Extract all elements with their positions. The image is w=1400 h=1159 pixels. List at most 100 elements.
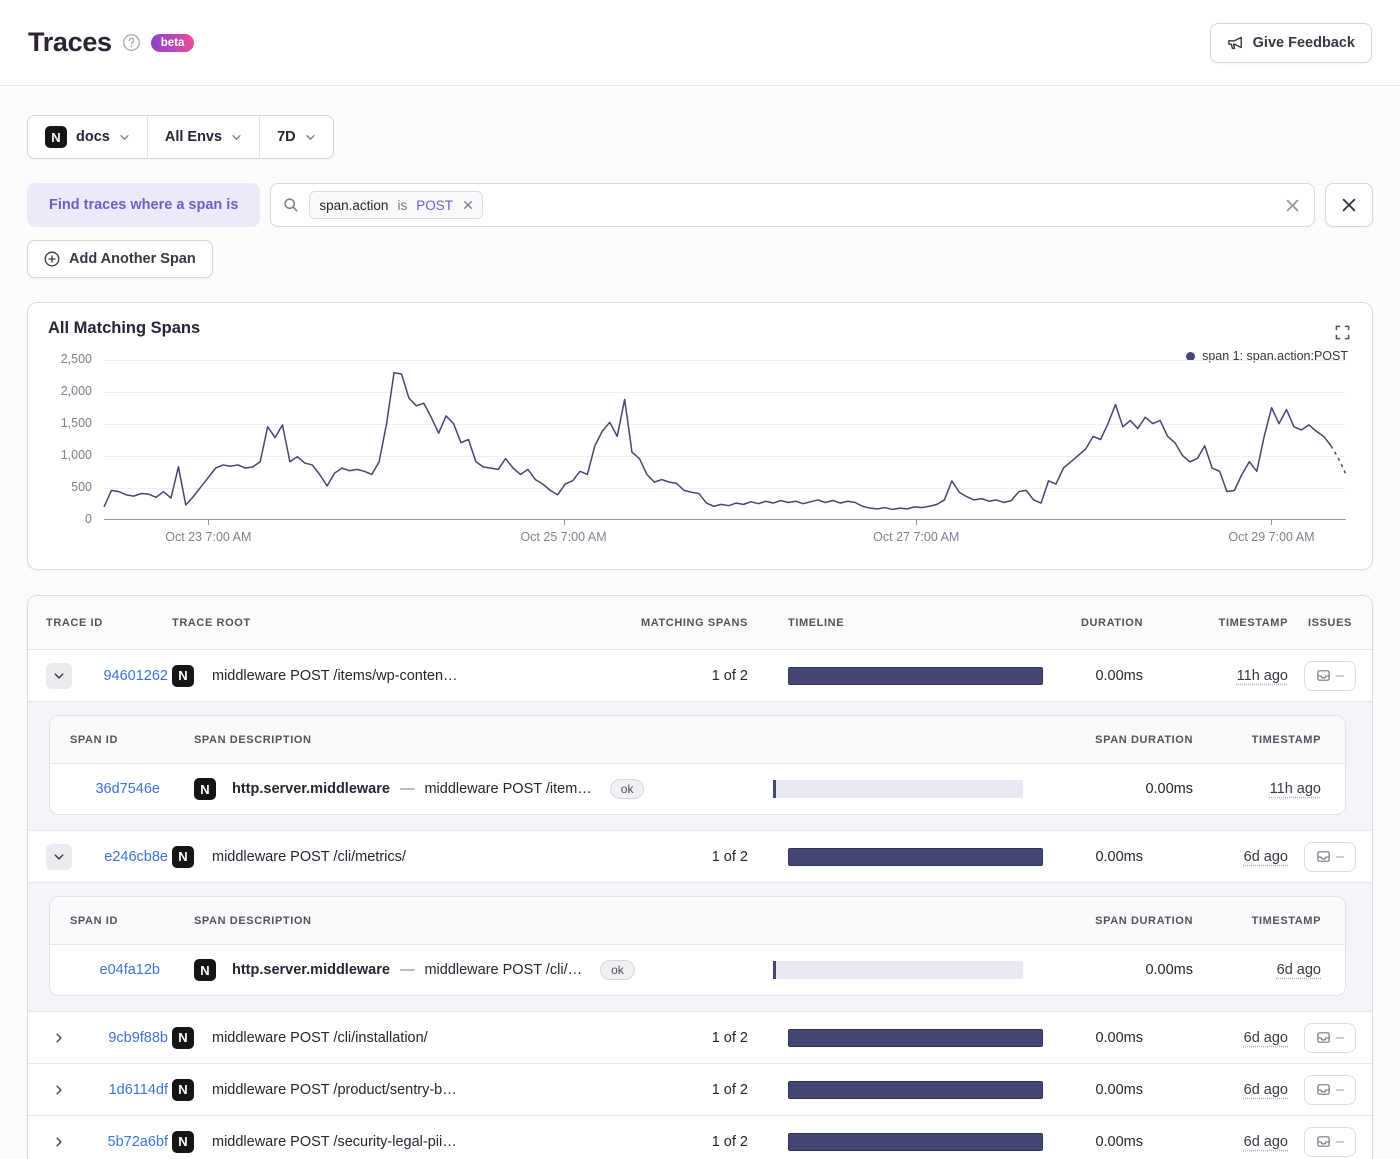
environment-filter[interactable]: All Envs bbox=[146, 116, 259, 158]
expanded-spans-section: SPAN ID SPAN DESCRIPTION SPAN DURATION TIME… bbox=[28, 702, 1372, 831]
trace-row: e246cb8e Nmiddleware POST /cli/metrics/1 … bbox=[28, 831, 1372, 883]
inbox-icon bbox=[1316, 849, 1331, 864]
matching-spans-count: 1 of 2 bbox=[711, 1133, 748, 1150]
nextjs-project-icon: N bbox=[172, 845, 194, 868]
span-timestamp-value[interactable]: 11h ago bbox=[1270, 781, 1321, 797]
traces-table: TRACE ID TRACE ROOT MATCHING SPANS TIMEL… bbox=[27, 595, 1373, 1159]
expand-trace-button[interactable] bbox=[46, 1129, 72, 1155]
search-input[interactable] bbox=[482, 184, 1285, 226]
col-span-description: SPAN DESCRIPTION bbox=[194, 733, 312, 746]
x-axis-label: Oct 27 7:00 AM bbox=[873, 530, 960, 544]
give-feedback-label: Give Feedback bbox=[1252, 34, 1355, 51]
span-table-header: SPAN ID SPAN DESCRIPTION SPAN DURATION TIME… bbox=[50, 897, 1345, 945]
nextjs-project-icon: N bbox=[45, 126, 67, 148]
timestamp-value[interactable]: 6d ago bbox=[1244, 1030, 1288, 1046]
page-title: Traces bbox=[28, 27, 112, 57]
token-remove-icon[interactable] bbox=[457, 200, 482, 210]
span-duration-value: 0.00ms bbox=[1145, 781, 1193, 797]
give-feedback-button[interactable]: Give Feedback bbox=[1209, 22, 1372, 63]
span-table: SPAN ID SPAN DESCRIPTION SPAN DURATION TIME… bbox=[49, 715, 1346, 815]
y-axis-label: 1,500 bbox=[60, 416, 92, 430]
y-axis-label: 2,500 bbox=[60, 352, 92, 366]
no-issues-dash: – bbox=[1335, 1029, 1345, 1046]
fullscreen-expand-icon[interactable] bbox=[1335, 325, 1350, 340]
help-icon[interactable] bbox=[122, 33, 141, 52]
inbox-icon bbox=[1316, 668, 1331, 683]
project-filter[interactable]: N docs bbox=[28, 116, 147, 158]
nextjs-project-icon: N bbox=[172, 1078, 194, 1101]
x-axis-tick bbox=[563, 519, 565, 525]
timestamp-value[interactable]: 11h ago bbox=[1237, 668, 1288, 684]
no-issues-dash: – bbox=[1335, 848, 1345, 865]
trace-id-link[interactable]: 1d6114df bbox=[109, 1082, 168, 1098]
trace-root-label: middleware POST /cli/metrics/ bbox=[212, 848, 406, 865]
matching-spans-count: 1 of 2 bbox=[711, 848, 748, 865]
col-issues: ISSUES bbox=[1308, 616, 1352, 629]
span-timeline-bar[interactable] bbox=[773, 780, 1023, 798]
issues-button[interactable]: – bbox=[1304, 1022, 1356, 1053]
table-header-row: TRACE ID TRACE ROOT MATCHING SPANS TIMEL… bbox=[28, 596, 1372, 650]
timeline-bar[interactable] bbox=[788, 1132, 1043, 1151]
span-table-header: SPAN ID SPAN DESCRIPTION SPAN DURATION TIME… bbox=[50, 716, 1345, 764]
issues-button[interactable]: – bbox=[1304, 841, 1356, 872]
title-row: Traces beta bbox=[28, 27, 195, 58]
expand-trace-button[interactable] bbox=[46, 1025, 72, 1051]
remove-span-filter-button[interactable] bbox=[1325, 183, 1373, 227]
timeline-bar[interactable] bbox=[788, 847, 1043, 866]
duration-value: 0.00ms bbox=[1095, 1081, 1143, 1098]
timeline-bar[interactable] bbox=[788, 1028, 1043, 1047]
daterange-filter-label: 7D bbox=[277, 129, 296, 145]
span-operation-label: http.server.middleware bbox=[232, 781, 390, 797]
col-span-id: SPAN ID bbox=[70, 914, 119, 927]
span-status-badge: ok bbox=[600, 960, 635, 980]
x-axis-tick bbox=[208, 519, 210, 525]
separator-dash: — bbox=[399, 962, 415, 978]
x-axis-label: Oct 29 7:00 AM bbox=[1228, 530, 1315, 544]
table-body: 94601262 Nmiddleware POST /items/wp-conte… bbox=[28, 650, 1372, 1159]
y-axis-label: 0 bbox=[85, 512, 92, 526]
y-axis-label: 1,000 bbox=[60, 448, 92, 462]
no-issues-dash: – bbox=[1335, 1133, 1345, 1150]
span-id-link[interactable]: e04fa12b bbox=[100, 962, 160, 978]
span-duration-value: 0.00ms bbox=[1145, 962, 1193, 978]
span-row: e04fa12b Nhttp.server.middleware — middlewa… bbox=[50, 945, 1345, 995]
issues-button[interactable]: – bbox=[1304, 1074, 1356, 1105]
add-another-span-label: Add Another Span bbox=[69, 251, 196, 267]
span-description-label: middleware POST /cli/… bbox=[424, 962, 583, 978]
timestamp-value[interactable]: 6d ago bbox=[1244, 1082, 1288, 1098]
trace-id-link[interactable]: 9cb9f88b bbox=[108, 1030, 168, 1046]
expand-trace-button[interactable] bbox=[46, 1077, 72, 1103]
daterange-filter[interactable]: 7D bbox=[259, 116, 333, 158]
token-value: POST bbox=[416, 197, 453, 213]
trace-root-label: middleware POST /items/wp-conten… bbox=[212, 667, 458, 684]
trace-id-link[interactable]: 5b72a6bf bbox=[108, 1134, 168, 1150]
x-axis-tick bbox=[916, 519, 918, 525]
duration-value: 0.00ms bbox=[1095, 1133, 1143, 1150]
add-another-span-button[interactable]: Add Another Span bbox=[27, 240, 213, 278]
collapse-trace-button[interactable] bbox=[46, 843, 72, 870]
span-timeline-bar[interactable] bbox=[773, 961, 1023, 979]
timeline-bar[interactable] bbox=[788, 1080, 1043, 1099]
span-timestamp-value[interactable]: 6d ago bbox=[1277, 962, 1321, 978]
environment-filter-label: All Envs bbox=[164, 129, 223, 145]
clear-search-icon[interactable] bbox=[1285, 198, 1300, 213]
collapse-trace-button[interactable] bbox=[46, 662, 72, 689]
filter-token[interactable]: span.action is POST bbox=[309, 191, 483, 219]
trace-root-label: middleware POST /product/sentry-b… bbox=[212, 1081, 457, 1098]
span-condition-label: Find traces where a span is bbox=[27, 183, 261, 227]
span-search-bar[interactable]: span.action is POST bbox=[270, 183, 1315, 227]
close-icon bbox=[1341, 197, 1357, 213]
no-issues-dash: – bbox=[1335, 667, 1345, 684]
issues-button[interactable]: – bbox=[1304, 1126, 1356, 1157]
timestamp-value[interactable]: 6d ago bbox=[1244, 849, 1288, 865]
timeline-bar[interactable] bbox=[788, 666, 1043, 685]
timestamp-value[interactable]: 6d ago bbox=[1244, 1134, 1288, 1150]
issues-button[interactable]: – bbox=[1304, 660, 1356, 691]
span-id-link[interactable]: 36d7546e bbox=[95, 781, 160, 797]
span-status-badge: ok bbox=[609, 779, 645, 799]
trace-id-link[interactable]: 94601262 bbox=[103, 668, 168, 684]
chart-title: All Matching Spans bbox=[48, 319, 201, 337]
nextjs-project-icon: N bbox=[172, 664, 194, 687]
trace-row: 5b72a6bf Nmiddleware POST /security-legal… bbox=[28, 1116, 1372, 1159]
trace-id-link[interactable]: e246cb8e bbox=[104, 849, 168, 865]
